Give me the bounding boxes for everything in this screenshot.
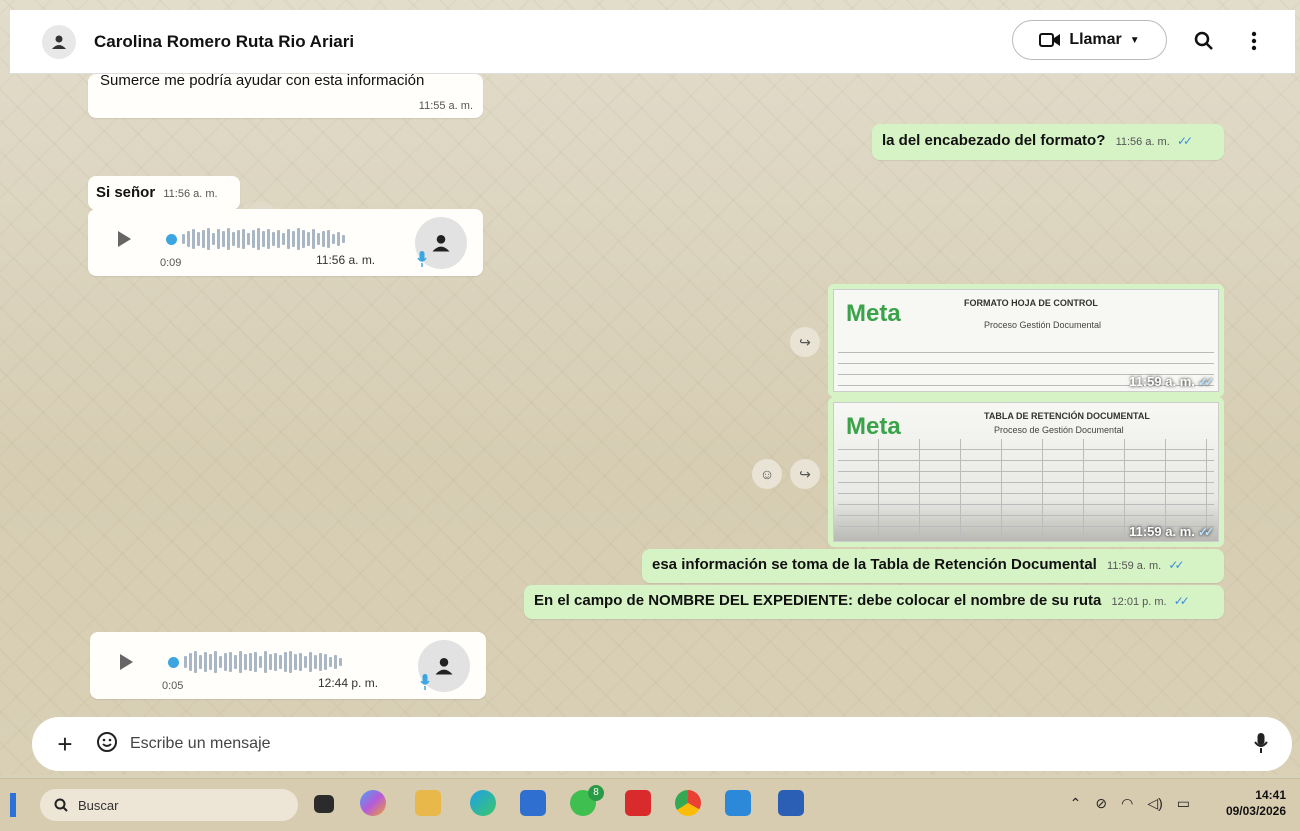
windows-taskbar: Buscar 8 ⌃ ⊘ ◠ ◁) ▭ 14:41 09/03/2026: [0, 778, 1300, 831]
message-text: esa información se toma de la Tabla de R…: [652, 556, 1097, 573]
voice-record-microphone-icon[interactable]: [1254, 732, 1268, 759]
outgoing-message[interactable]: En el campo de NOMBRE DEL EXPEDIENTE: de…: [524, 585, 1224, 619]
forward-icon[interactable]: ↪: [790, 327, 820, 357]
chrome-icon[interactable]: [675, 790, 701, 816]
image-doc-title: FORMATO HOJA DE CONTROL: [964, 298, 1098, 308]
search-icon: [54, 798, 68, 812]
edge-browser-icon[interactable]: [470, 790, 496, 816]
message-time: 12:44 p. m.: [318, 676, 379, 690]
call-button[interactable]: Llamar ▼: [1012, 20, 1167, 60]
emoji-reaction-icon[interactable]: ☺: [752, 459, 782, 489]
message-time: 11:55 a. m.: [418, 100, 473, 112]
outlook-icon[interactable]: [520, 790, 546, 816]
image-doc-subtitle: Proceso de Gestión Documental: [994, 425, 1124, 435]
search-icon[interactable]: [1191, 28, 1217, 54]
person-icon: [432, 235, 450, 252]
document-image: Meta TABLA DE RETENCIÓN DOCUMENTAL Proce…: [833, 402, 1219, 542]
sticker-emoji-icon[interactable]: [96, 731, 118, 758]
image-time-text: 11:59 a. m.: [1129, 374, 1195, 389]
message-time: 11:59 a. m.: [1107, 560, 1162, 572]
message-text: Sumerce me podría ayudar con esta inform…: [100, 72, 425, 89]
read-ticks-icon: ✓✓: [1168, 558, 1184, 572]
read-ticks-icon: ✓✓: [1197, 525, 1214, 539]
message-text: En el campo de NOMBRE DEL EXPEDIENTE: de…: [534, 592, 1102, 609]
clock-time: 14:41: [1255, 788, 1286, 802]
message-time: 12:01 p. m.: [1111, 596, 1167, 608]
taskbar-clock[interactable]: 14:41 09/03/2026: [1226, 787, 1286, 819]
chevron-up-icon[interactable]: ⌃: [1070, 795, 1082, 812]
contact-name[interactable]: Carolina Romero Ruta Rio Ariari: [94, 32, 354, 52]
incoming-message[interactable]: Sumerce me podría ayudar con esta inform…: [88, 72, 483, 118]
voice-message: 0:05 12:44 p. m.: [90, 632, 486, 699]
message-text: Si señor: [96, 184, 156, 201]
file-explorer-icon[interactable]: [415, 790, 441, 816]
call-button-label: Llamar: [1069, 31, 1122, 48]
photos-icon[interactable]: [725, 790, 751, 816]
image-message[interactable]: Meta TABLA DE RETENCIÓN DOCUMENTAL Proce…: [828, 397, 1224, 547]
more-options-icon[interactable]: [1241, 28, 1267, 54]
sync-off-icon[interactable]: ⊘: [1095, 795, 1107, 812]
play-icon[interactable]: [120, 654, 133, 670]
chevron-down-icon: ▼: [1129, 34, 1140, 46]
person-icon: [52, 35, 66, 49]
message-time: 11:56 a. m.: [1115, 136, 1170, 148]
video-camera-icon: [1039, 33, 1061, 47]
message-text: la del encabezado del formato?: [882, 132, 1106, 149]
image-time-text: 11:59 a. m.: [1129, 524, 1195, 539]
document-table-lines: [838, 439, 1214, 537]
chat-header: Carolina Romero Ruta Rio Ariari Llamar ▼: [10, 10, 1295, 74]
microphone-icon: [420, 674, 430, 695]
voice-duration: 0:09: [160, 257, 182, 269]
audio-waveform[interactable]: [166, 227, 376, 251]
microphone-icon: [417, 251, 427, 272]
contact-avatar[interactable]: [42, 24, 76, 59]
person-icon: [435, 658, 453, 675]
outgoing-message[interactable]: esa información se toma de la Tabla de R…: [642, 549, 1224, 583]
image-doc-title: TABLA DE RETENCIÓN DOCUMENTAL: [984, 411, 1150, 421]
battery-icon[interactable]: ▭: [1177, 795, 1190, 812]
whatsapp-badge: 8: [588, 785, 604, 801]
message-time: 11:59 a. m. ✓✓: [1129, 374, 1214, 389]
forward-icon[interactable]: ↪: [790, 459, 820, 489]
attach-plus-icon[interactable]: +: [52, 729, 78, 760]
image-doc-subtitle: Proceso Gestión Documental: [984, 320, 1102, 330]
taskbar-edge-indicator: [10, 793, 16, 817]
message-time: 11:56 a. m.: [163, 188, 218, 200]
brand-logo: Meta: [846, 300, 901, 327]
voice-message: 0:09 11:56 a. m.: [88, 209, 483, 276]
taskbar-search-label: Buscar: [78, 797, 119, 813]
wifi-icon[interactable]: ◠: [1121, 795, 1133, 812]
playhead[interactable]: [166, 233, 177, 245]
incoming-message[interactable]: Si señor 11:56 a. m.: [88, 176, 240, 210]
outgoing-message[interactable]: la del encabezado del formato? 11:56 a. …: [872, 124, 1224, 160]
word-icon[interactable]: [778, 790, 804, 816]
taskbar-search[interactable]: Buscar: [40, 789, 298, 821]
system-tray: ⌃ ⊘ ◠ ◁) ▭: [1070, 795, 1190, 812]
read-ticks-icon: ✓✓: [1176, 134, 1193, 148]
volume-icon[interactable]: ◁): [1147, 795, 1162, 812]
task-view-icon[interactable]: [314, 795, 334, 813]
audio-waveform[interactable]: [168, 650, 378, 674]
voice-duration: 0:05: [162, 680, 184, 692]
copilot-icon[interactable]: [360, 790, 386, 816]
image-message[interactable]: Meta FORMATO HOJA DE CONTROL Proceso Ges…: [828, 284, 1224, 397]
message-composer: +: [32, 717, 1292, 771]
play-icon[interactable]: [118, 231, 131, 247]
read-ticks-icon: ✓✓: [1197, 375, 1214, 389]
message-time: 11:59 a. m. ✓✓: [1129, 524, 1214, 539]
pdf-reader-icon[interactable]: [625, 790, 651, 816]
playhead[interactable]: [168, 656, 179, 668]
read-ticks-icon: ✓✓: [1173, 594, 1190, 608]
message-input[interactable]: [128, 734, 1132, 754]
message-time: 11:56 a. m.: [316, 253, 376, 267]
brand-logo: Meta: [846, 413, 901, 440]
clock-date: 09/03/2026: [1225, 804, 1286, 818]
